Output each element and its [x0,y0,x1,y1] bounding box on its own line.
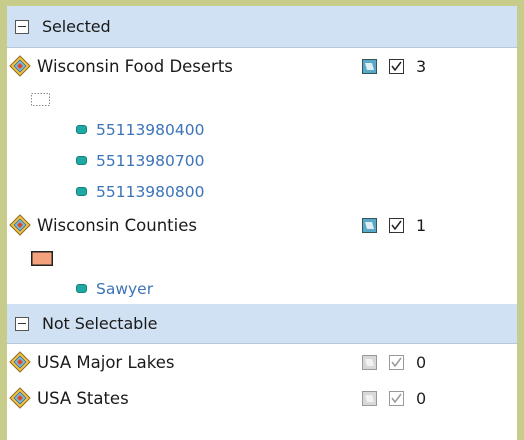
selected-count: 3 [416,56,427,76]
selection-controls: 3 [362,48,426,84]
layer-name: Wisconsin Counties [37,215,197,235]
list-by-selection-panel: Selected Wisconsin Food Deserts 3 551139… [7,6,517,440]
group-header-selected[interactable]: Selected [7,6,517,48]
layer-name: USA States [37,388,129,408]
selection-controls: 1 [362,207,426,243]
feature-icon [76,156,87,165]
feature-row[interactable]: 55113980400 [7,114,517,145]
group-header-not-selectable[interactable]: Not Selectable [7,304,517,344]
layer-diamond-icon [9,214,31,236]
feature-label[interactable]: 55113980700 [96,152,204,170]
feature-label[interactable]: Sawyer [96,280,153,298]
selectable-toggle-icon[interactable] [362,58,377,74]
collapse-icon[interactable] [15,19,29,34]
feature-row[interactable]: Sawyer [7,273,517,304]
layer-symbol-row [7,84,517,114]
feature-icon [76,125,87,134]
layer-row-wisconsin-counties[interactable]: Wisconsin Counties 1 [7,207,517,243]
feature-icon [76,284,87,293]
layer-diamond-icon [9,55,31,77]
layer-diamond-icon [9,387,31,409]
show-selected-icon[interactable] [389,217,404,233]
show-selected-icon [389,390,404,406]
selected-count: 0 [416,352,427,372]
selected-count: 0 [416,388,427,408]
collapse-icon[interactable] [15,316,29,331]
layer-symbol-row [7,243,517,273]
selectable-toggle-icon [362,354,377,370]
feature-label[interactable]: 55113980800 [96,183,204,201]
dotted-outline-symbol-icon [31,92,50,106]
feature-row[interactable]: 55113980700 [7,145,517,176]
selectable-toggle-icon[interactable] [362,217,377,233]
feature-label[interactable]: 55113980400 [96,121,204,139]
selectable-toggle-icon [362,390,377,406]
layer-row-usa-major-lakes[interactable]: USA Major Lakes 0 [7,344,517,380]
feature-icon [76,187,87,196]
feature-row[interactable]: 55113980800 [7,176,517,207]
selection-controls: 0 [362,344,426,380]
layer-name: Wisconsin Food Deserts [37,56,233,76]
layer-name: USA Major Lakes [37,352,175,372]
selection-controls: 0 [362,380,426,416]
group-title: Not Selectable [42,314,158,333]
polygon-fill-symbol-icon [31,250,53,266]
layer-row-wisconsin-food-deserts[interactable]: Wisconsin Food Deserts 3 [7,48,517,84]
layer-row-usa-states[interactable]: USA States 0 [7,380,517,416]
group-title: Selected [42,17,111,36]
selected-count: 1 [416,215,427,235]
show-selected-icon[interactable] [389,58,404,74]
layer-diamond-icon [9,351,31,373]
show-selected-icon [389,354,404,370]
